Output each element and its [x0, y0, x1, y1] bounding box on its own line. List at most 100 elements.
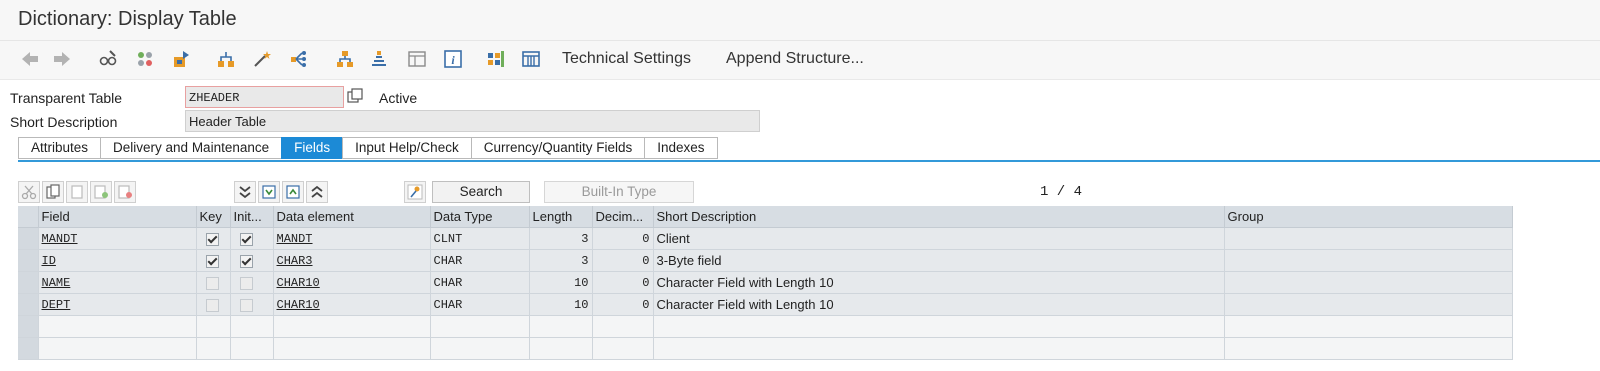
select-all-header[interactable] — [18, 206, 39, 228]
table-row[interactable]: MANDT MANDT CLNT 3 0 Client — [18, 227, 1513, 250]
activate-icon[interactable] — [169, 47, 193, 71]
tab-attributes[interactable]: Attributes — [18, 137, 101, 159]
field-cell[interactable]: ID — [38, 249, 197, 272]
copy-icon[interactable] — [347, 88, 363, 104]
init-cell-checkbox[interactable] — [239, 299, 253, 313]
column-header-key[interactable]: Key — [196, 206, 231, 228]
empty-cell[interactable] — [592, 315, 654, 338]
empty-cell[interactable] — [273, 337, 431, 360]
data-element-cell[interactable]: CHAR3 — [273, 249, 431, 272]
empty-table-row[interactable] — [18, 337, 1513, 360]
back-arrow-icon[interactable] — [18, 47, 42, 71]
empty-cell[interactable] — [653, 315, 1225, 338]
page-down-icon[interactable] — [258, 181, 280, 203]
field-cell[interactable]: MANDT — [38, 227, 197, 250]
navigation-window-icon[interactable] — [367, 47, 391, 71]
data-element-cell[interactable]: CHAR10 — [273, 293, 431, 316]
key-settings-icon[interactable] — [404, 181, 426, 203]
tab-input-help-check[interactable]: Input Help/Check — [342, 137, 471, 159]
table-row[interactable]: DEPT CHAR10 CHAR 10 0 Character Field with Le… — [18, 293, 1513, 316]
data-element-cell-text[interactable]: CHAR10 — [277, 276, 320, 290]
empty-cell[interactable] — [273, 315, 431, 338]
column-header-length[interactable]: Length — [529, 206, 593, 228]
data-element-cell-text[interactable]: CHAR10 — [277, 298, 320, 312]
where-used-icon[interactable] — [214, 47, 238, 71]
page-up-icon[interactable] — [282, 181, 304, 203]
grid-icon[interactable] — [484, 47, 508, 71]
column-header-short-description[interactable]: Short Description — [653, 206, 1225, 228]
empty-table-row[interactable] — [18, 315, 1513, 338]
object-list-icon[interactable] — [287, 47, 311, 71]
column-header-decimals[interactable]: Decim... — [592, 206, 654, 228]
data-element-cell-text[interactable]: MANDT — [277, 232, 313, 246]
forward-arrow-icon[interactable] — [50, 47, 74, 71]
technical-settings-button[interactable]: Technical Settings — [562, 50, 691, 68]
empty-cell[interactable] — [230, 315, 274, 338]
key-cell-checkbox[interactable] — [205, 277, 219, 291]
field-cell-text[interactable]: ID — [42, 254, 56, 268]
empty-cell[interactable] — [430, 337, 530, 360]
init-cell-checkbox[interactable] — [239, 255, 253, 269]
row-selector[interactable] — [18, 315, 39, 338]
field-cell-text[interactable]: DEPT — [42, 298, 71, 312]
empty-cell[interactable] — [38, 337, 197, 360]
short-description-field[interactable]: Header Table — [185, 110, 760, 132]
tab-currency-quantity-fields[interactable]: Currency/Quantity Fields — [470, 137, 645, 159]
field-cell-text[interactable]: MANDT — [42, 232, 78, 246]
table-name-field[interactable]: ZHEADER — [185, 86, 344, 108]
empty-cell[interactable] — [38, 315, 197, 338]
insert-row-icon[interactable] — [90, 181, 112, 203]
key-cell-checkbox[interactable] — [205, 255, 219, 269]
chevron-down-double-icon[interactable] — [234, 181, 256, 203]
row-selector[interactable] — [18, 249, 39, 272]
information-icon[interactable]: i — [441, 47, 465, 71]
append-structure-button[interactable]: Append Structure... — [726, 50, 864, 68]
row-selector[interactable] — [18, 293, 39, 316]
cut-icon[interactable] — [18, 181, 40, 203]
column-header-group[interactable]: Group — [1224, 206, 1513, 228]
table-columns-icon[interactable] — [519, 47, 543, 71]
empty-cell[interactable] — [196, 337, 231, 360]
delete-row-icon[interactable] — [114, 181, 136, 203]
row-selector[interactable] — [18, 227, 39, 250]
field-cell[interactable]: NAME — [38, 271, 197, 294]
other-object-icon[interactable] — [133, 47, 157, 71]
key-cell-checkbox[interactable] — [205, 299, 219, 313]
glasses-edit-icon[interactable] — [96, 47, 120, 71]
data-element-cell[interactable]: MANDT — [273, 227, 431, 250]
empty-cell[interactable] — [1224, 315, 1513, 338]
data-element-cell-text[interactable]: CHAR3 — [277, 254, 313, 268]
empty-cell[interactable] — [230, 337, 274, 360]
empty-cell[interactable] — [1224, 337, 1513, 360]
row-selector[interactable] — [18, 337, 39, 360]
row-selector[interactable] — [18, 271, 39, 294]
copy-rows-icon[interactable] — [42, 181, 64, 203]
layout-icon[interactable] — [405, 47, 429, 71]
tab-fields[interactable]: Fields — [281, 137, 343, 159]
magic-wand-icon[interactable] — [250, 47, 274, 71]
built-in-type-button[interactable]: Built-In Type — [544, 181, 694, 203]
field-cell[interactable]: DEPT — [38, 293, 197, 316]
empty-cell[interactable] — [196, 315, 231, 338]
tab-delivery-and-maintenance[interactable]: Delivery and Maintenance — [100, 137, 282, 159]
column-header-field[interactable]: Field — [38, 206, 197, 228]
empty-cell[interactable] — [529, 337, 593, 360]
hierarchy-icon[interactable] — [333, 47, 357, 71]
empty-cell[interactable] — [529, 315, 593, 338]
column-header-data-type[interactable]: Data Type — [430, 206, 530, 228]
search-button[interactable]: Search — [432, 181, 530, 203]
empty-cell[interactable] — [592, 337, 654, 360]
table-row[interactable]: ID CHAR3 CHAR 3 0 3-Byte field — [18, 249, 1513, 272]
init-cell-checkbox[interactable] — [239, 277, 253, 291]
key-cell-checkbox[interactable] — [205, 233, 219, 247]
table-row[interactable]: NAME CHAR10 CHAR 10 0 Character Field with Le… — [18, 271, 1513, 294]
field-cell-text[interactable]: NAME — [42, 276, 71, 290]
empty-cell[interactable] — [430, 315, 530, 338]
tab-indexes[interactable]: Indexes — [644, 137, 718, 159]
chevron-up-double-icon[interactable] — [306, 181, 328, 203]
column-header-init[interactable]: Init... — [230, 206, 274, 228]
empty-cell[interactable] — [653, 337, 1225, 360]
init-cell-checkbox[interactable] — [239, 233, 253, 247]
column-header-data-element[interactable]: Data element — [273, 206, 431, 228]
paste-icon[interactable] — [66, 181, 88, 203]
